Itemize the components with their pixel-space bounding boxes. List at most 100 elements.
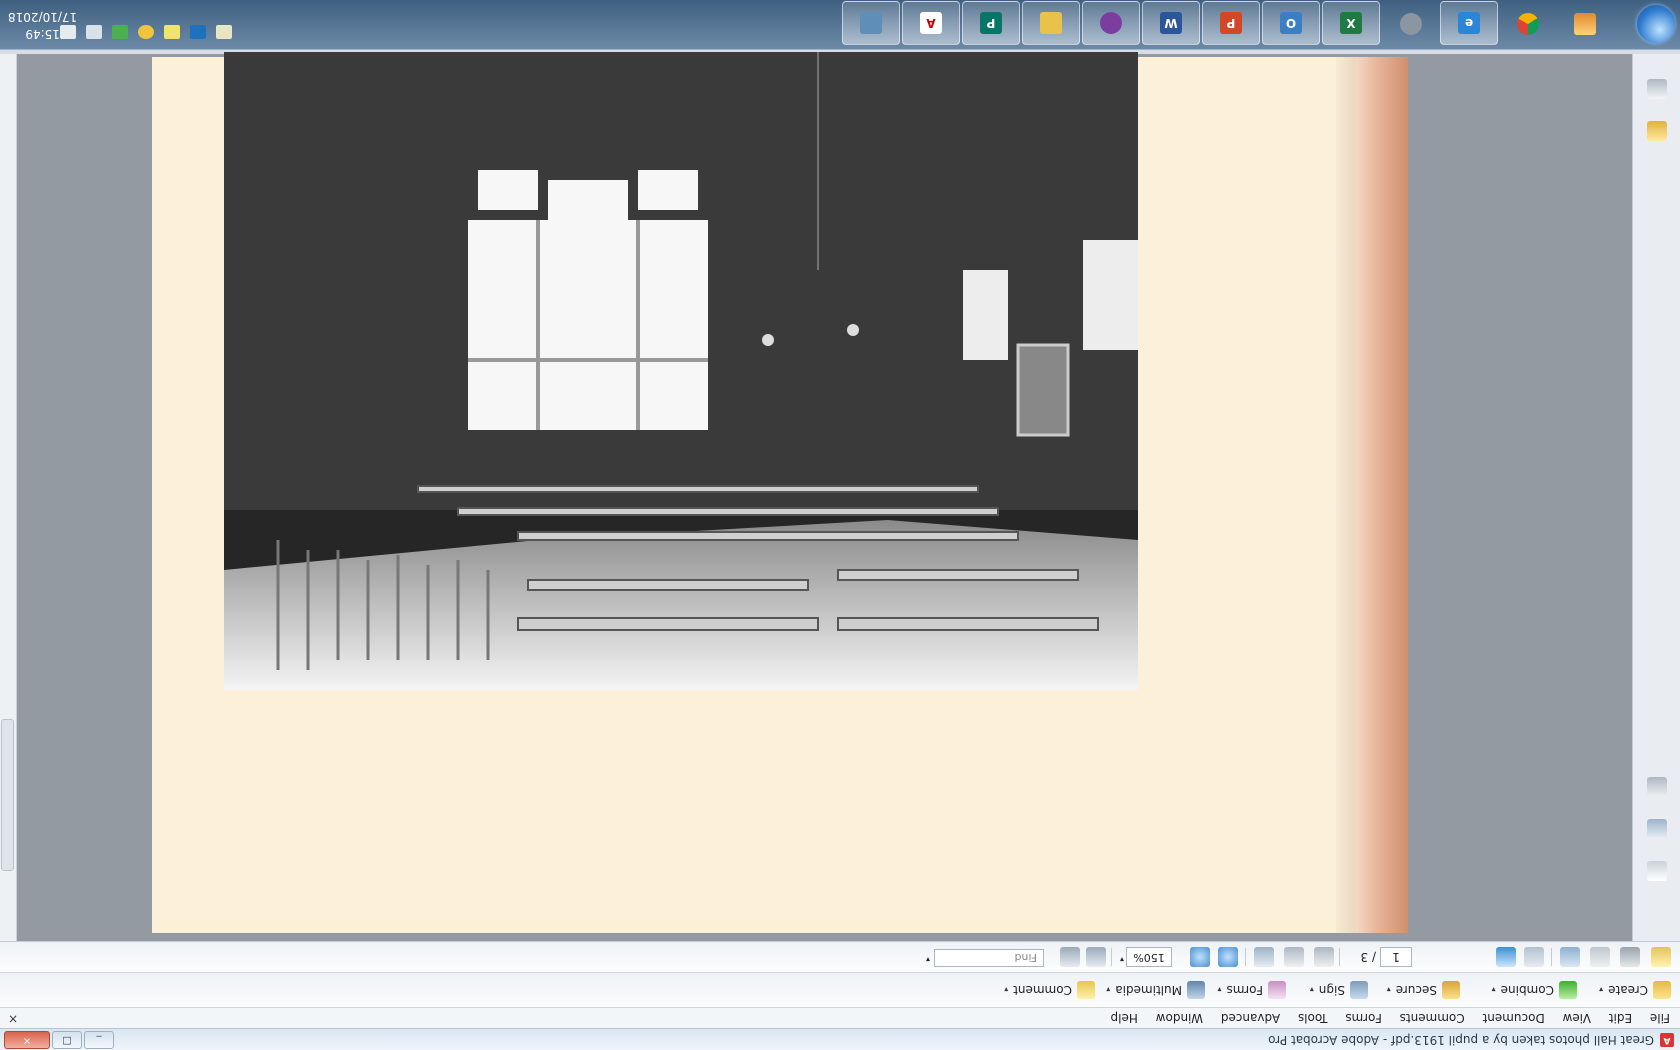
signatures-icon[interactable] (1647, 777, 1667, 797)
zoom-chevron-down-icon[interactable]: ▾ (1120, 955, 1124, 964)
start-button-icon[interactable] (1637, 5, 1675, 43)
previous-page-icon[interactable] (1524, 947, 1544, 967)
tray-network-icon[interactable] (112, 25, 128, 39)
menu-forms[interactable]: Forms (1338, 1011, 1388, 1027)
taskbar-start-menu-apps[interactable] (1560, 3, 1610, 45)
page-edge (1356, 57, 1408, 933)
hand-tool-icon[interactable] (1284, 947, 1304, 967)
zoom-in-icon[interactable] (1190, 947, 1210, 967)
secure-button[interactable]: Secure ▾ (1387, 980, 1460, 1000)
apps-grid-icon (1574, 13, 1596, 35)
taskbar-screen-app[interactable] (842, 1, 900, 45)
excel-icon: X (1340, 12, 1362, 34)
comment-label: Comment (1013, 983, 1072, 997)
forms-button[interactable]: Forms ▾ (1217, 980, 1286, 1000)
next-page-icon[interactable] (1496, 947, 1516, 967)
chevron-down-icon: ▾ (1217, 985, 1222, 995)
photos-icon: O (1280, 12, 1302, 34)
taskbar-word[interactable]: W (1142, 1, 1200, 45)
multimedia-button[interactable]: Multimedia ▾ (1106, 980, 1205, 1000)
tray-device-icon[interactable] (86, 25, 102, 39)
publisher-icon: P (980, 12, 1002, 34)
taskbar-powerpoint[interactable]: P (1202, 1, 1260, 45)
taskbar-internet-explorer[interactable]: e (1440, 1, 1498, 45)
sign-button[interactable]: Sign ▾ (1310, 980, 1368, 1000)
chevron-down-icon: ▾ (1309, 985, 1314, 995)
menu-tools[interactable]: Tools (1291, 1011, 1335, 1027)
pen-icon (1350, 981, 1368, 999)
pages-icon[interactable] (1647, 861, 1667, 881)
chevron-down-icon: ▾ (1386, 985, 1391, 995)
vertical-scrollbar[interactable] (0, 54, 17, 941)
close-button[interactable]: × (4, 1031, 50, 1049)
menu-edit[interactable]: Edit (1602, 1011, 1639, 1027)
folder-icon (1040, 12, 1062, 34)
marquee-zoom-icon[interactable] (1254, 947, 1274, 967)
taskbar-clock[interactable]: 15:49 17/10/2018 (8, 8, 77, 42)
find-input[interactable]: Find (934, 949, 1044, 967)
taskbar-acrobat[interactable]: A (902, 1, 960, 45)
chevron-down-icon: ▾ (1599, 985, 1604, 995)
close-document-icon[interactable]: × (8, 1012, 18, 1026)
create-icon (1653, 981, 1671, 999)
tray-note-icon[interactable] (164, 25, 180, 39)
fit-width-icon[interactable] (1086, 947, 1106, 967)
minimize-button[interactable]: _ (84, 1031, 114, 1049)
taskbar-excel[interactable]: X (1322, 1, 1380, 45)
menu-view[interactable]: View (1556, 1011, 1598, 1027)
page-number-input[interactable]: 1 (1380, 947, 1412, 967)
screen-icon (860, 12, 882, 34)
internet-explorer-icon: e (1458, 12, 1480, 34)
tray-status-icon[interactable] (138, 25, 154, 39)
create-button[interactable]: Create ▾ (1599, 980, 1671, 1000)
bookmarks-icon[interactable] (1647, 819, 1667, 839)
taskbar-explorer[interactable] (1022, 1, 1080, 45)
tray-image-icon[interactable] (216, 25, 232, 39)
comment-button[interactable]: Comment ▾ (1004, 980, 1095, 1000)
film-icon (1187, 981, 1205, 999)
menu-advanced[interactable]: Advanced (1214, 1011, 1287, 1027)
menu-window[interactable]: Window (1149, 1011, 1210, 1027)
print-icon[interactable] (1620, 947, 1640, 967)
tasks-toolbar: Create ▾ Combine ▾ Secure ▾ Sign ▾ Forms… (0, 972, 1680, 1007)
taskbar-photos[interactable]: O (1262, 1, 1320, 45)
select-tool-icon[interactable] (1314, 947, 1334, 967)
taskbar-settings[interactable] (1386, 3, 1436, 45)
zoom-out-icon[interactable] (1218, 947, 1238, 967)
comment-icon (1077, 981, 1095, 999)
taskbar-publisher[interactable]: P (962, 1, 1020, 45)
menu-file[interactable]: File (1643, 1011, 1677, 1027)
menu-help[interactable]: Help (1103, 1011, 1144, 1027)
save-icon[interactable] (1590, 947, 1610, 967)
find-chevron-down-icon[interactable]: ▾ (926, 955, 930, 964)
chevron-down-icon: ▾ (1106, 985, 1111, 995)
fit-page-icon[interactable] (1060, 947, 1080, 967)
sign-label: Sign (1318, 983, 1345, 997)
word-icon: W (1160, 12, 1182, 34)
maximize-button[interactable]: □ (52, 1031, 82, 1049)
taskbar-chrome[interactable] (1503, 3, 1553, 45)
menu-document[interactable]: Document (1476, 1011, 1552, 1027)
menu-comments[interactable]: Comments (1393, 1011, 1472, 1027)
acrobat-taskbar-icon: A (920, 12, 942, 34)
gear-icon (1400, 13, 1422, 35)
open-icon[interactable] (1651, 947, 1671, 967)
scrollbar-thumb[interactable] (1, 719, 14, 871)
system-tray (60, 25, 232, 39)
forms-label: Forms (1226, 983, 1263, 997)
taskbar-onenote[interactable] (1082, 1, 1140, 45)
attachments-icon[interactable] (1647, 79, 1667, 99)
zoom-select[interactable]: 150% (1126, 947, 1172, 967)
window-title: Great Hall photos taken by a pupil 1913.… (1268, 1033, 1654, 1047)
main-toolbar: 1 / 3 150% ▾ Find ▾ (0, 941, 1680, 972)
title-bar: A Great Hall photos taken by a pupil 191… (0, 1028, 1680, 1050)
tray-outlook-icon[interactable] (190, 25, 206, 39)
comment-panel-icon[interactable] (1647, 121, 1667, 141)
combine-button[interactable]: Combine ▾ (1492, 980, 1577, 1000)
menu-bar: File Edit View Document Comments Forms T… (0, 1007, 1680, 1028)
clock-date: 17/10/2018 (8, 10, 78, 24)
form-icon (1268, 981, 1286, 999)
email-icon[interactable] (1560, 947, 1580, 967)
acrobat-icon[interactable]: A (1660, 1033, 1674, 1047)
multimedia-label: Multimedia (1115, 983, 1182, 997)
